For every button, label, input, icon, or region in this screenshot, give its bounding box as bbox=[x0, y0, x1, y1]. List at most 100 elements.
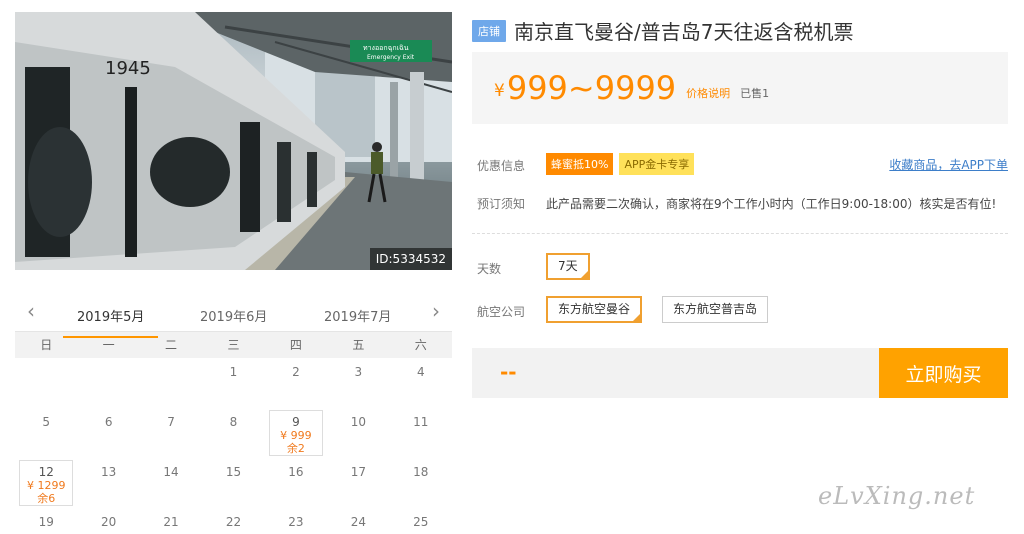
chevron-left-icon[interactable]: ‹ bbox=[21, 301, 41, 321]
promo-badges: 蜂蜜抵10% APP金卡专享 bbox=[546, 153, 700, 175]
calendar-day[interactable]: 8 bbox=[202, 408, 264, 458]
watermark: eLvXing.net bbox=[818, 482, 976, 510]
day-number: 6 bbox=[104, 415, 113, 429]
exit-sign-thai: ทางออกฉุกเฉิน bbox=[363, 44, 409, 52]
photo-id-label: ID:5334532 bbox=[369, 248, 452, 270]
favorite-link[interactable]: 收藏商品，去APP下单 bbox=[889, 156, 1008, 173]
day-number: 8 bbox=[229, 415, 238, 429]
day-number: 1 bbox=[229, 365, 238, 379]
price-currency: ¥ bbox=[494, 81, 505, 101]
day-number: 17 bbox=[350, 465, 366, 479]
day-number: 12 bbox=[38, 465, 54, 479]
month-tab-may[interactable]: 2019年5月 bbox=[62, 306, 159, 338]
calendar-day[interactable]: 13 bbox=[77, 458, 139, 508]
calendar-day[interactable]: 3 bbox=[327, 358, 389, 408]
date-calendar: ‹ 2019年5月 2019年6月 2019年7月 › 日 一 二 三 四 五 … bbox=[15, 296, 452, 534]
train-station-illustration: 1945 ทางออกฉุกเฉิน Emergency Exit bbox=[15, 12, 452, 270]
calendar-day-priced[interactable]: 9 ¥ 999 余2 bbox=[265, 408, 327, 458]
promo-label: 优惠信息 bbox=[477, 159, 526, 173]
calendar-day bbox=[15, 358, 77, 408]
day-number: 18 bbox=[413, 465, 429, 479]
day-price: ¥ 999 bbox=[280, 429, 312, 442]
day-stock: 余2 bbox=[286, 442, 305, 455]
calendar-grid: 1 2 3 4 5 6 7 8 9 ¥ 999 余2 10 11 12 ¥ 1299 余6 13 14 15 16 17… bbox=[15, 358, 452, 534]
calendar-day[interactable]: 17 bbox=[327, 458, 389, 508]
month-tab-july[interactable]: 2019年7月 bbox=[324, 306, 391, 325]
notice-label: 预订须知 bbox=[477, 197, 526, 211]
sold-count: 已售1 bbox=[740, 87, 770, 100]
calendar-day[interactable]: 16 bbox=[265, 458, 327, 508]
calendar-day[interactable]: 2 bbox=[265, 358, 327, 408]
day-number: 2 bbox=[292, 365, 300, 379]
days-option-7[interactable]: 7天 bbox=[546, 253, 590, 280]
day-number: 19 bbox=[38, 515, 54, 529]
price-note-link[interactable]: 价格说明 bbox=[686, 85, 730, 101]
day-number: 4 bbox=[416, 365, 425, 379]
weekday-label: 三 bbox=[227, 338, 240, 352]
calendar-day[interactable]: 11 bbox=[390, 408, 452, 458]
day-number: 14 bbox=[163, 465, 179, 479]
days-label: 天数 bbox=[477, 262, 502, 276]
calendar-day[interactable]: 25 bbox=[390, 508, 452, 534]
calendar-day[interactable]: 19 bbox=[15, 508, 77, 534]
promo-badge-gold-card: APP金卡专享 bbox=[619, 153, 695, 175]
chevron-right-icon[interactable]: › bbox=[426, 301, 446, 321]
buy-now-button[interactable]: 立即购买 bbox=[879, 348, 1008, 398]
price-box: ¥ 999~9999 价格说明 已售1 bbox=[472, 52, 1008, 124]
day-price: ¥ 1299 bbox=[26, 479, 66, 492]
total-price: -- bbox=[500, 360, 517, 384]
day-number: 13 bbox=[100, 465, 117, 479]
weekday-label: 五 bbox=[352, 338, 365, 352]
calendar-day[interactable]: 7 bbox=[140, 408, 202, 458]
divider bbox=[472, 233, 1008, 234]
calendar-day[interactable]: 18 bbox=[390, 458, 452, 508]
price-range: 999~9999 bbox=[506, 69, 677, 107]
product-title: 南京直飞曼谷/普吉岛7天往返含税机票 bbox=[514, 20, 854, 44]
calendar-day-priced[interactable]: 12 ¥ 1299 余6 bbox=[15, 458, 77, 508]
title-row: 店铺 南京直飞曼谷/普吉岛7天往返含税机票 bbox=[472, 16, 853, 45]
calendar-day[interactable]: 4 bbox=[390, 358, 452, 408]
exit-sign-english: Emergency Exit bbox=[367, 54, 415, 61]
airline-option-bangkok[interactable]: 东方航空曼谷 bbox=[546, 296, 643, 323]
shop-tag[interactable]: 店铺 bbox=[472, 19, 506, 42]
calendar-header: ‹ 2019年5月 2019年6月 2019年7月 › bbox=[15, 296, 452, 338]
day-number: 23 bbox=[288, 515, 304, 529]
day-number: 10 bbox=[350, 415, 366, 429]
day-number: 24 bbox=[350, 515, 366, 529]
day-number: 16 bbox=[288, 465, 304, 479]
promo-badge-honey: 蜂蜜抵10% bbox=[546, 153, 614, 175]
airline-option-phuket[interactable]: 东方航空普吉岛 bbox=[662, 296, 769, 323]
calendar-day bbox=[140, 358, 202, 408]
calendar-day[interactable]: 1 bbox=[202, 358, 264, 408]
calendar-day[interactable]: 6 bbox=[77, 408, 139, 458]
calendar-day[interactable]: 10 bbox=[327, 408, 389, 458]
calendar-day[interactable]: 22 bbox=[202, 508, 264, 534]
calendar-day[interactable]: 23 bbox=[265, 508, 327, 534]
product-photo: 1945 ทางออกฉุกเฉิน Emergency Exit ID:533… bbox=[15, 12, 452, 270]
weekday-label: 六 bbox=[414, 338, 427, 352]
calendar-day[interactable]: 14 bbox=[140, 458, 202, 508]
month-tab-june[interactable]: 2019年6月 bbox=[200, 306, 267, 325]
day-number: 22 bbox=[225, 515, 242, 529]
day-number: 21 bbox=[163, 515, 179, 529]
day-number: 9 bbox=[292, 415, 300, 429]
day-number: 7 bbox=[167, 415, 175, 429]
train-number: 1945 bbox=[105, 58, 151, 79]
day-number: 5 bbox=[42, 415, 51, 429]
calendar-day[interactable]: 21 bbox=[140, 508, 202, 534]
calendar-day[interactable]: 20 bbox=[77, 508, 139, 534]
booking-notice: 此产品需要二次确认，商家将在9个工作小时内（工作日9:00-18:00）核实是否… bbox=[546, 197, 997, 211]
calendar-day[interactable]: 15 bbox=[202, 458, 264, 508]
day-number: 25 bbox=[413, 515, 429, 529]
calendar-day bbox=[77, 358, 139, 408]
calendar-day[interactable]: 24 bbox=[327, 508, 389, 534]
day-number: 20 bbox=[100, 515, 117, 529]
day-number: 3 bbox=[354, 365, 363, 379]
calendar-day[interactable]: 5 bbox=[15, 408, 77, 458]
day-stock: 余6 bbox=[37, 492, 56, 505]
day-number: 15 bbox=[225, 465, 242, 479]
buy-bar: -- 立即购买 bbox=[472, 348, 1008, 398]
day-number: 11 bbox=[413, 415, 429, 429]
airline-label: 航空公司 bbox=[477, 305, 526, 319]
weekday-label: 四 bbox=[289, 338, 302, 352]
